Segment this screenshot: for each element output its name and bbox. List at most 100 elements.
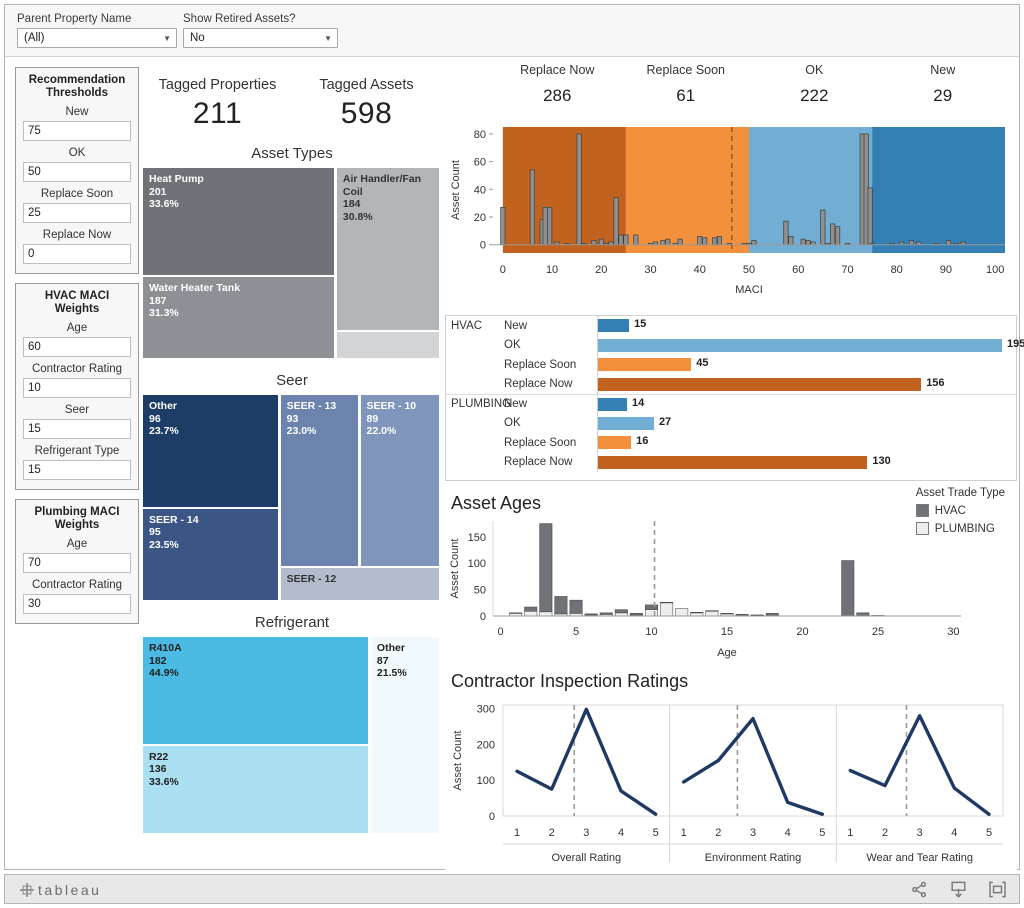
recommendation-bar[interactable] xyxy=(598,358,691,371)
treemap-cell[interactable]: Water Heater Tank18731.3% xyxy=(143,277,334,358)
maci-bar[interactable] xyxy=(821,210,825,245)
treemap-cell[interactable]: Other8721.5% xyxy=(371,637,439,833)
maci-bar[interactable] xyxy=(678,239,682,245)
maci-bar[interactable] xyxy=(909,241,913,245)
parameter-input-replace-now[interactable]: 0 xyxy=(23,244,131,264)
parameter-input-new[interactable]: 75 xyxy=(23,121,131,141)
asset-ages-bar-plumbing[interactable] xyxy=(706,611,718,616)
recommendation-row[interactable]: Replace Now130 xyxy=(446,453,1016,473)
asset-ages-bar-plumbing[interactable] xyxy=(676,609,688,616)
treemap-asset-types[interactable]: Heat Pump20133.6%Water Heater Tank18731.… xyxy=(143,168,439,358)
treemap-cell[interactable] xyxy=(337,332,439,358)
maci-bar[interactable] xyxy=(752,241,756,245)
parameter-input-plumbing-contractor-rating[interactable]: 30 xyxy=(23,594,131,614)
recommendation-bar[interactable] xyxy=(598,417,654,430)
treemap-seer[interactable]: Other9623.7%SEER - 149523.5%SEER - 13932… xyxy=(143,395,439,600)
asset-ages-bar-hvac[interactable] xyxy=(645,605,657,610)
treemap-cell[interactable]: SEER - 108922.0% xyxy=(361,395,439,566)
parameter-input-hvac-seer[interactable]: 15 xyxy=(23,419,131,439)
asset-ages-bar-hvac[interactable] xyxy=(660,602,672,603)
asset-ages-bar-hvac[interactable] xyxy=(509,613,521,614)
treemap-cell[interactable]: R2213633.6% xyxy=(143,746,368,833)
parameter-input-hvac-age[interactable]: 60 xyxy=(23,337,131,357)
recommendation-row[interactable]: Replace Now156 xyxy=(446,375,1016,395)
share-icon[interactable] xyxy=(910,880,929,899)
treemap-cell[interactable]: Air Handler/Fan Coil18430.8% xyxy=(337,168,439,330)
asset-ages-bar-plumbing[interactable] xyxy=(645,610,657,616)
contractor-ratings-chart[interactable]: 0100200300Asset Count12345Overall Rating… xyxy=(445,699,1017,874)
asset-ages-bar-hvac[interactable] xyxy=(615,610,627,613)
asset-ages-bar-hvac[interactable] xyxy=(525,607,537,611)
recommendation-bar[interactable] xyxy=(598,378,921,391)
parameter-input-plumbing-age[interactable]: 70 xyxy=(23,553,131,573)
asset-ages-bar-hvac[interactable] xyxy=(736,614,748,615)
asset-ages-bar-hvac[interactable] xyxy=(691,612,703,613)
asset-ages-bar-hvac[interactable] xyxy=(842,561,854,616)
recommendation-row[interactable]: Replace Soon16 xyxy=(446,433,1016,453)
maci-bar[interactable] xyxy=(789,236,793,244)
recommendation-bar[interactable] xyxy=(598,319,629,332)
treemap-refrigerant[interactable]: R410A18244.9%R2213633.6%Other8721.5% xyxy=(143,637,439,833)
fullscreen-icon[interactable] xyxy=(988,880,1007,899)
maci-bar[interactable] xyxy=(577,134,581,245)
asset-ages-bar-hvac[interactable] xyxy=(630,613,642,615)
asset-ages-bar-hvac[interactable] xyxy=(585,614,597,615)
maci-bar[interactable] xyxy=(712,238,716,245)
maci-bar[interactable] xyxy=(619,235,623,245)
treemap-cell[interactable]: SEER - 139323.0% xyxy=(281,395,358,566)
treemap-cell[interactable]: R410A18244.9% xyxy=(143,637,368,744)
asset-ages-bar-hvac[interactable] xyxy=(600,613,612,615)
maci-bar[interactable] xyxy=(530,170,534,245)
maci-histogram[interactable]: 0204060800102030405060708090100Asset Cou… xyxy=(445,121,1017,301)
treemap-cell[interactable]: Other9623.7% xyxy=(143,395,278,507)
asset-ages-bar-plumbing[interactable] xyxy=(540,612,552,616)
parameter-input-hvac-refrigerant-type[interactable]: 15 xyxy=(23,460,131,480)
treemap-cell[interactable]: SEER - 149523.5% xyxy=(143,509,278,600)
asset-ages-bar-plumbing[interactable] xyxy=(525,611,537,616)
maci-bar[interactable] xyxy=(624,235,628,245)
asset-ages-bar-hvac[interactable] xyxy=(570,600,582,613)
filter-dropdown[interactable]: (All) ▼ xyxy=(17,28,177,48)
maci-bar[interactable] xyxy=(698,236,702,244)
filter-dropdown[interactable]: No ▼ xyxy=(183,28,338,48)
maci-bar[interactable] xyxy=(830,224,834,245)
maci-bar[interactable] xyxy=(543,207,547,244)
maci-bar[interactable] xyxy=(946,241,950,245)
maci-bar[interactable] xyxy=(599,239,603,245)
treemap-cell[interactable]: Heat Pump20133.6% xyxy=(143,168,334,275)
maci-bar[interactable] xyxy=(702,238,706,245)
recommendation-bar[interactable] xyxy=(598,436,631,449)
asset-ages-bar-hvac[interactable] xyxy=(721,613,733,614)
recommendation-by-trade-table[interactable]: HVACNew15OK195Replace Soon45Replace Now1… xyxy=(445,315,1017,481)
recommendation-row[interactable]: OK195 xyxy=(446,336,1016,356)
asset-ages-bar-hvac[interactable] xyxy=(751,615,763,616)
maci-bar[interactable] xyxy=(592,241,596,245)
maci-bar[interactable] xyxy=(634,235,638,245)
recommendation-row[interactable]: Replace Soon45 xyxy=(446,355,1016,375)
maci-bar[interactable] xyxy=(784,221,788,245)
parameter-input-hvac-contractor-rating[interactable]: 10 xyxy=(23,378,131,398)
download-icon[interactable] xyxy=(949,880,968,899)
asset-ages-bar-plumbing[interactable] xyxy=(660,603,672,616)
maci-bar[interactable] xyxy=(501,207,505,244)
asset-ages-bar-hvac[interactable] xyxy=(555,596,567,613)
recommendation-bar[interactable] xyxy=(598,456,867,469)
parameter-input-replace-soon[interactable]: 25 xyxy=(23,203,131,223)
parameter-input-ok[interactable]: 50 xyxy=(23,162,131,182)
recommendation-row[interactable]: OK27 xyxy=(446,414,1016,434)
asset-ages-bar-hvac[interactable] xyxy=(706,611,718,612)
maci-bar[interactable] xyxy=(868,188,872,245)
treemap-cell[interactable]: SEER - 12 xyxy=(281,568,439,600)
maci-bar[interactable] xyxy=(801,239,805,245)
asset-ages-bar-hvac[interactable] xyxy=(540,524,552,612)
legend-item-hvac[interactable]: HVAC xyxy=(916,504,1005,517)
maci-bar[interactable] xyxy=(835,227,839,245)
recommendation-row[interactable]: HVACNew15 xyxy=(446,316,1016,336)
maci-bar[interactable] xyxy=(661,241,665,245)
maci-bar[interactable] xyxy=(614,198,618,245)
maci-bar[interactable] xyxy=(547,207,551,244)
maci-bar[interactable] xyxy=(666,239,670,245)
recommendation-bar[interactable] xyxy=(598,339,1002,352)
recommendation-row[interactable]: PLUMBINGNew14 xyxy=(446,394,1016,414)
tableau-logo[interactable]: tableau xyxy=(19,881,101,899)
